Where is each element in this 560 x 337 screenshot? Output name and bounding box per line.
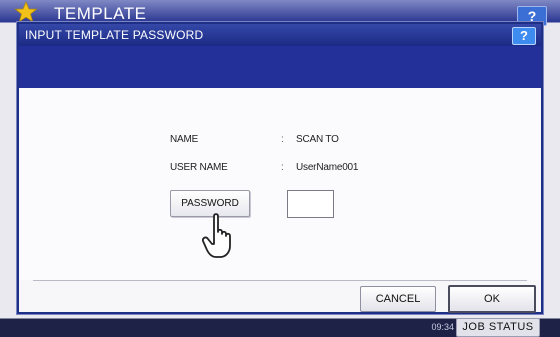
dialog-header-band: [19, 46, 541, 88]
dialog-title-bar: INPUT TEMPLATE PASSWORD ?: [19, 24, 541, 46]
input-template-password-dialog: INPUT TEMPLATE PASSWORD ? NAME : SCAN TO…: [17, 22, 543, 314]
help-button[interactable]: ?: [512, 27, 536, 45]
user-name-separator: :: [281, 162, 284, 173]
background-title: TEMPLATE: [54, 4, 147, 23]
clock: 09:34: [431, 322, 454, 332]
password-field[interactable]: [287, 190, 334, 218]
footer-divider: [33, 280, 527, 281]
name-separator: :: [281, 134, 284, 145]
cancel-button[interactable]: CANCEL: [360, 286, 436, 312]
name-value: SCAN TO: [296, 134, 339, 145]
help-icon: ?: [520, 28, 528, 43]
dialog-body: [19, 88, 541, 280]
name-label: NAME: [170, 134, 199, 145]
ok-button[interactable]: OK: [448, 285, 536, 313]
user-name-value: UserName001: [296, 162, 359, 173]
user-name-label: USER NAME: [170, 162, 228, 173]
job-status-button[interactable]: JOB STATUS: [456, 318, 540, 337]
star-icon: [14, 0, 38, 23]
pointing-hand-icon: [201, 213, 231, 258]
dialog-title: INPUT TEMPLATE PASSWORD: [25, 28, 204, 42]
